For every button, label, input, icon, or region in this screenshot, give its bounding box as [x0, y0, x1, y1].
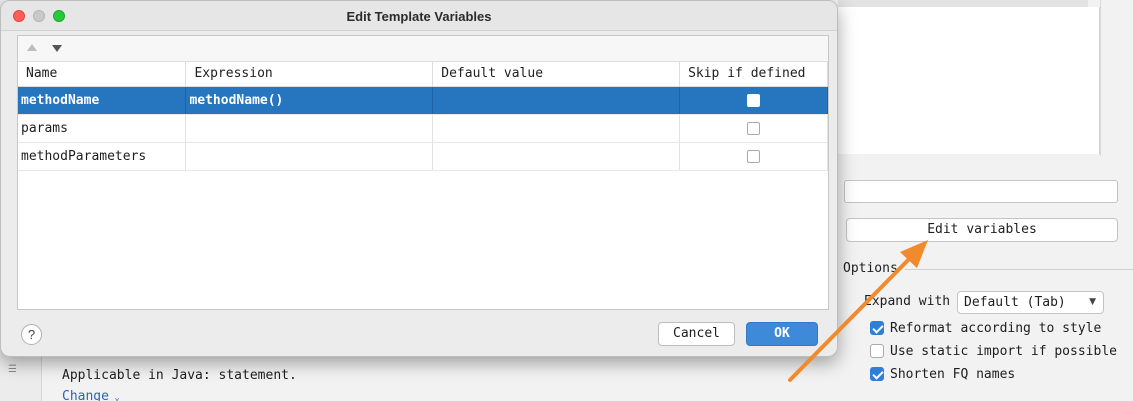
change-link-label: Change [62, 389, 109, 401]
option-label: Shorten FQ names [890, 366, 1016, 382]
cell-default-value[interactable] [432, 114, 681, 143]
column-header-default-value[interactable]: Default value [432, 62, 681, 87]
cell-skip [679, 142, 828, 171]
table-toolbar [18, 36, 828, 62]
move-down-icon[interactable] [52, 45, 62, 52]
edit-variables-button[interactable]: Edit variables [846, 218, 1118, 242]
column-header-name[interactable]: Name [18, 62, 187, 87]
cell-expression[interactable]: methodName() [185, 86, 434, 115]
option-shorten-fq[interactable]: Shorten FQ names [870, 366, 1015, 382]
chevron-down-icon: ⌄ [108, 393, 120, 401]
dialog-titlebar: Edit Template Variables [1, 1, 837, 31]
chevron-down-icon: ▼ [1089, 297, 1096, 307]
cancel-button[interactable]: Cancel [658, 322, 735, 346]
description-field[interactable] [844, 180, 1118, 203]
table-header-row: Name Expression Default value Skip if de… [18, 62, 828, 87]
expand-with-label: Expand with [864, 294, 951, 309]
skip-if-defined-checkbox[interactable] [747, 121, 761, 135]
options-title: Options [843, 261, 898, 276]
ok-button[interactable]: OK [746, 322, 818, 346]
checkbox-unchecked-icon[interactable] [870, 344, 884, 358]
table-row[interactable]: methodName methodName() [18, 86, 828, 115]
checkbox-checked-icon[interactable] [870, 367, 884, 381]
cell-skip [679, 86, 828, 115]
template-text-area[interactable] [838, 7, 1100, 154]
option-label: Use static import if possible [890, 343, 1117, 359]
cell-expression[interactable] [185, 142, 434, 171]
option-static-import[interactable]: Use static import if possible [870, 343, 1117, 359]
move-up-icon[interactable] [27, 44, 37, 51]
table-row[interactable]: methodParameters [18, 142, 828, 171]
skip-if-defined-checkbox[interactable] [747, 93, 761, 107]
options-separator [905, 269, 1133, 270]
cell-name[interactable]: methodParameters [18, 142, 187, 171]
applicable-text: Applicable in Java: statement. [62, 368, 297, 383]
column-header-expression[interactable]: Expression [185, 62, 434, 87]
table-row[interactable]: params [18, 114, 828, 143]
cell-skip [679, 114, 828, 143]
scrollbar-gutter[interactable] [1100, 0, 1133, 156]
variables-grid: Name Expression Default value Skip if de… [18, 62, 828, 171]
edit-template-variables-dialog: Edit Template Variables Name Expression … [0, 0, 838, 357]
cell-expression[interactable] [185, 114, 434, 143]
column-header-skip-if-defined[interactable]: Skip if defined [679, 62, 828, 87]
option-label: Reformat according to style [890, 320, 1102, 336]
cell-name[interactable]: methodName [18, 86, 187, 115]
list-icon[interactable]: ☰ [8, 365, 18, 375]
help-button[interactable]: ? [21, 324, 42, 345]
skip-if-defined-checkbox[interactable] [747, 149, 761, 163]
arrow-head-icon [900, 240, 928, 268]
expand-with-value: Default (Tab) [964, 295, 1066, 310]
cell-default-value[interactable] [432, 86, 681, 115]
variables-table: Name Expression Default value Skip if de… [17, 35, 829, 310]
background-top-strip [838, 0, 1088, 7]
option-reformat[interactable]: Reformat according to style [870, 320, 1101, 336]
checkbox-checked-icon[interactable] [870, 321, 884, 335]
expand-with-select[interactable]: Default (Tab) ▼ [957, 291, 1104, 314]
change-link[interactable]: Change ⌄ [62, 389, 120, 401]
dialog-title: Edit Template Variables [346, 9, 492, 24]
cell-default-value[interactable] [432, 142, 681, 171]
cell-name[interactable]: params [18, 114, 187, 143]
